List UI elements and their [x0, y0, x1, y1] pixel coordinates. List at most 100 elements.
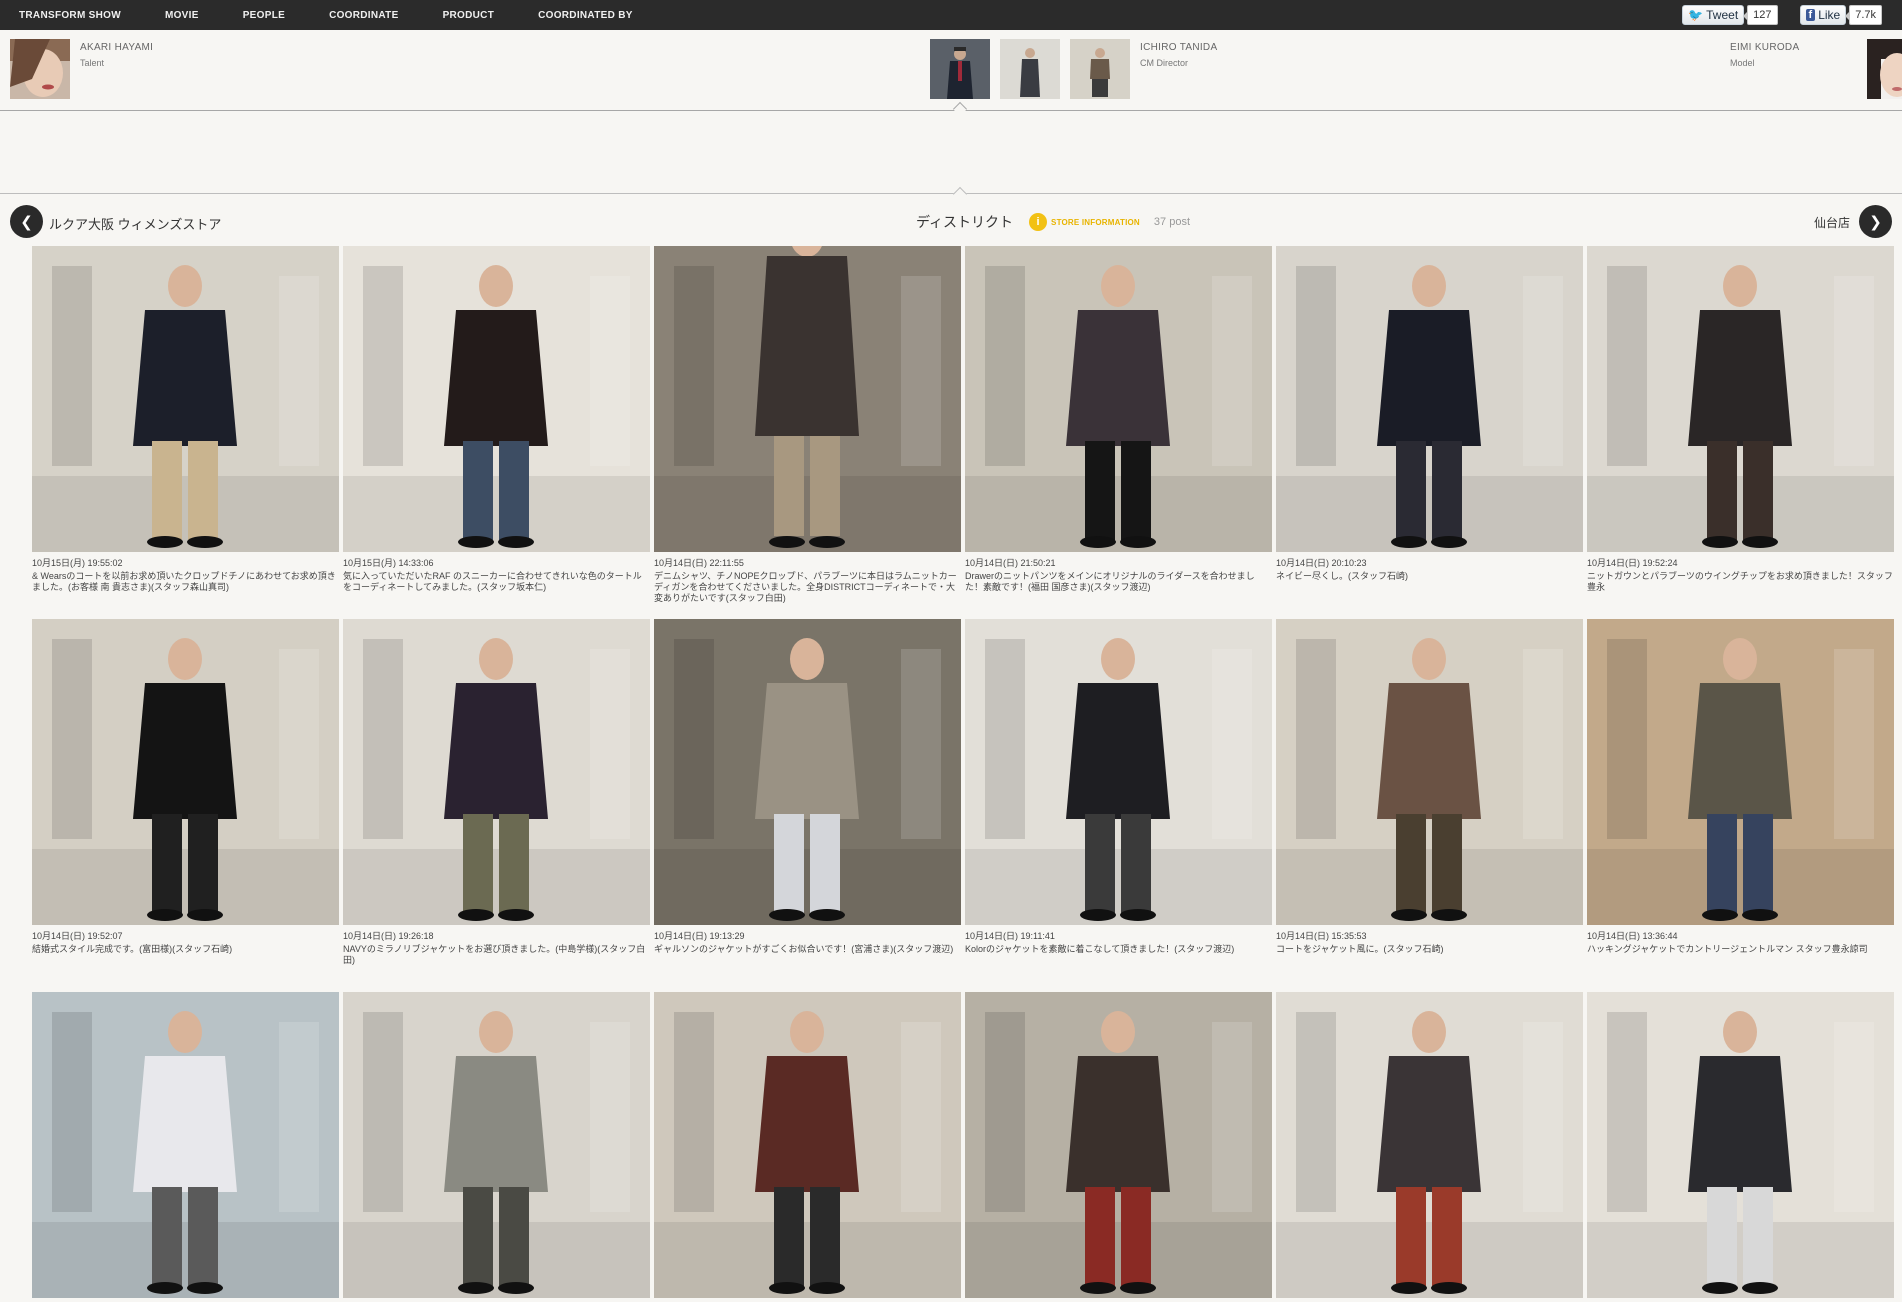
coordinate-photo[interactable]	[343, 992, 650, 1298]
nav-product[interactable]: PRODUCT	[443, 10, 495, 21]
coordinate-card[interactable]: 10月15日(月) 19:55:02 & Wearsのコートを以前お求め頂いたクロ…	[32, 246, 339, 593]
tweet-count: 127	[1743, 5, 1778, 25]
nav-people[interactable]: PEOPLE	[243, 10, 285, 21]
post-caption: ギャルソンのジャケットがすごくお似合いです！(宮浦さま)(スタッフ渡辺)	[654, 944, 954, 954]
store-name: ディストリクト	[916, 214, 1014, 230]
store-header: ディストリクト i STORE INFORMATION 37 post	[916, 212, 1190, 232]
person-center[interactable]: ICHIRO TANIDA CM Director	[930, 39, 1217, 99]
coordinate-photo[interactable]	[32, 246, 339, 552]
coordinate-card[interactable]: 10月14日(日) 15:35:53 コートをジャケット風に。(スタッフ石崎)	[1276, 619, 1583, 955]
coordinate-photo[interactable]	[32, 992, 339, 1298]
post-date: 10月14日(日) 21:50:21	[965, 558, 1056, 568]
coordinate-card[interactable]: 10月14日(日) 22:11:55 デニムシャツ、チノNOPEクロップド、パラブ…	[654, 246, 961, 604]
chevron-left-icon: ❮	[20, 213, 33, 231]
post-caption: コートをジャケット風に。(スタッフ石崎)	[1276, 944, 1444, 954]
like-label: Like	[1818, 8, 1841, 22]
post-caption: 結婚式スタイル完成です。(富田様)(スタッフ石崎)	[32, 944, 233, 954]
nav-transform-show[interactable]: TRANSFORM SHOW	[19, 10, 121, 21]
post-date: 10月14日(日) 13:36:44	[1587, 931, 1678, 941]
person-right[interactable]: EIMI KURODA Model	[1730, 39, 1902, 99]
coordinate-photo[interactable]	[965, 619, 1272, 925]
post-date: 10月14日(日) 19:26:18	[343, 931, 434, 941]
coordinate-photo[interactable]	[343, 619, 650, 925]
coordinate-photo[interactable]	[1587, 992, 1894, 1298]
coordinate-card[interactable]	[343, 992, 650, 1302]
coordinate-card[interactable]	[1587, 992, 1894, 1302]
empty-panel	[0, 112, 1902, 194]
person-right-role: Model	[1730, 58, 1755, 68]
coordinate-card[interactable]	[1276, 992, 1583, 1302]
post-caption: & Wearsのコートを以前お求め頂いたクロップドチノにあわせてお求め頂きました…	[32, 571, 336, 592]
thumb-center-2[interactable]	[1000, 39, 1060, 99]
chevron-right-icon: ❯	[1869, 213, 1882, 231]
coordinate-card[interactable]: 10月14日(日) 21:50:21 Drawerのニットパンツをメインにオリジナ…	[965, 246, 1272, 593]
coordinate-photo[interactable]	[1276, 246, 1583, 552]
info-icon[interactable]: i	[1029, 213, 1048, 231]
coordinate-photo[interactable]	[1587, 619, 1894, 925]
coordinate-card[interactable]	[32, 992, 339, 1302]
like-button[interactable]: f Like	[1799, 5, 1847, 25]
post-date: 10月15日(月) 19:55:02	[32, 558, 123, 568]
coordinate-photo[interactable]	[32, 619, 339, 925]
nav-coordinate[interactable]: COORDINATE	[329, 10, 398, 21]
post-date: 10月14日(日) 20:10:23	[1276, 558, 1367, 568]
post-date: 10月14日(日) 22:11:55	[654, 558, 744, 568]
post-caption: NAVYのミラノリブジャケットをお選び頂きました。(中島学様)(スタッフ白田)	[343, 944, 646, 965]
thumb-center-3[interactable]	[1070, 39, 1130, 99]
coordinate-photo[interactable]	[965, 246, 1272, 552]
post-date: 10月14日(日) 15:35:53	[1276, 931, 1367, 941]
post-date: 10月14日(日) 19:52:24	[1587, 558, 1678, 568]
main-nav: TRANSFORM SHOW MOVIE PEOPLE COORDINATE P…	[19, 0, 677, 30]
post-date: 10月15日(月) 14:33:06	[343, 558, 434, 568]
store-information-link[interactable]: STORE INFORMATION	[1051, 218, 1140, 227]
like-count: 7.7k	[1845, 5, 1882, 25]
coordinate-card[interactable]: 10月14日(日) 20:10:23 ネイビー尽くし。(スタッフ石崎)	[1276, 246, 1583, 582]
post-caption: ハッキングジャケットでカントリージェントルマン スタッフ豊永諒司	[1587, 944, 1868, 954]
coordinate-photo[interactable]	[1276, 992, 1583, 1298]
nav-movie[interactable]: MOVIE	[165, 10, 199, 21]
coordinate-card[interactable]: 10月14日(日) 13:36:44 ハッキングジャケットでカントリージェントルマ…	[1587, 619, 1894, 955]
tweet-label: Tweet	[1706, 8, 1739, 22]
avatar-right	[1867, 39, 1902, 99]
coordinate-photo[interactable]	[1587, 246, 1894, 552]
post-caption: 気に入っていただいたRAF のスニーカーに合わせてきれいな色のタートルをコーディ…	[343, 571, 642, 592]
post-caption: Kolorのジャケットを素敵に着こなして頂きました！(スタッフ渡辺)	[965, 944, 1235, 954]
top-nav-bar: TRANSFORM SHOW MOVIE PEOPLE COORDINATE P…	[0, 0, 1902, 30]
post-date: 10月14日(日) 19:11:41	[965, 931, 1055, 941]
person-center-role: CM Director	[1140, 58, 1189, 68]
coordinate-card[interactable]: 10月14日(日) 19:52:24 ニットガウンとパラブーツのウイングチップをお…	[1587, 246, 1894, 593]
prev-store-button[interactable]: ❮	[10, 205, 43, 238]
nav-coordinated-by[interactable]: COORDINATED BY	[538, 10, 633, 21]
coordinate-photo[interactable]	[965, 992, 1272, 1298]
coordinate-card[interactable]: 10月14日(日) 19:13:29 ギャルソンのジャケットがすごくお似合いです！…	[654, 619, 961, 955]
person-left-name: AKARI HAYAMI	[80, 42, 154, 53]
coordinate-card[interactable]: 10月15日(月) 14:33:06 気に入っていただいたRAF のスニーカーに合…	[343, 246, 650, 593]
coordinate-photo[interactable]	[1276, 619, 1583, 925]
twitter-icon: 🐦	[1688, 8, 1704, 22]
thumb-center-1[interactable]	[930, 39, 990, 99]
coordinate-photo[interactable]	[654, 619, 961, 925]
post-date: 10月14日(日) 19:13:29	[654, 931, 745, 941]
post-count: 37 post	[1153, 216, 1191, 228]
next-store-button[interactable]: ❯	[1859, 205, 1892, 238]
coordinate-card[interactable]: 10月14日(日) 19:52:07 結婚式スタイル完成です。(富田様)(スタッフ…	[32, 619, 339, 955]
tweet-button[interactable]: 🐦 Tweet	[1682, 5, 1745, 25]
coordinate-photo[interactable]	[343, 246, 650, 552]
post-caption: ネイビー尽くし。(スタッフ石崎)	[1276, 571, 1408, 581]
facebook-icon: f	[1805, 9, 1816, 21]
coordinate-card[interactable]: 10月14日(日) 19:26:18 NAVYのミラノリブジャケットをお選び頂きま…	[343, 619, 650, 966]
post-caption: ニットガウンとパラブーツのウイングチップをお求め頂きました！スタッフ豊永	[1587, 571, 1893, 592]
social-buttons: 🐦 Tweet 127 f Like 7.7k	[1682, 5, 1882, 25]
next-store-name[interactable]: 仙台店	[1814, 214, 1850, 231]
avatar-left	[10, 39, 70, 99]
person-center-name: ICHIRO TANIDA	[1140, 42, 1218, 53]
coordinate-card[interactable]	[654, 992, 961, 1302]
coordinate-card[interactable]: 10月14日(日) 19:11:41 Kolorのジャケットを素敵に着こなして頂き…	[965, 619, 1272, 955]
coordinate-card[interactable]	[965, 992, 1272, 1302]
people-strip: AKARI HAYAMI Talent ICHIRO TANIDA CM Dir…	[0, 30, 1902, 117]
person-left[interactable]: AKARI HAYAMI Talent	[10, 39, 153, 99]
coordinate-photo[interactable]	[654, 246, 961, 552]
post-caption: デニムシャツ、チノNOPEクロップド、パラブーツに本日はラムニットカーディガンを…	[654, 571, 957, 603]
coordinate-photo[interactable]	[654, 992, 961, 1298]
prev-store-name[interactable]: ルクア大阪 ウィメンズストア	[49, 214, 221, 233]
